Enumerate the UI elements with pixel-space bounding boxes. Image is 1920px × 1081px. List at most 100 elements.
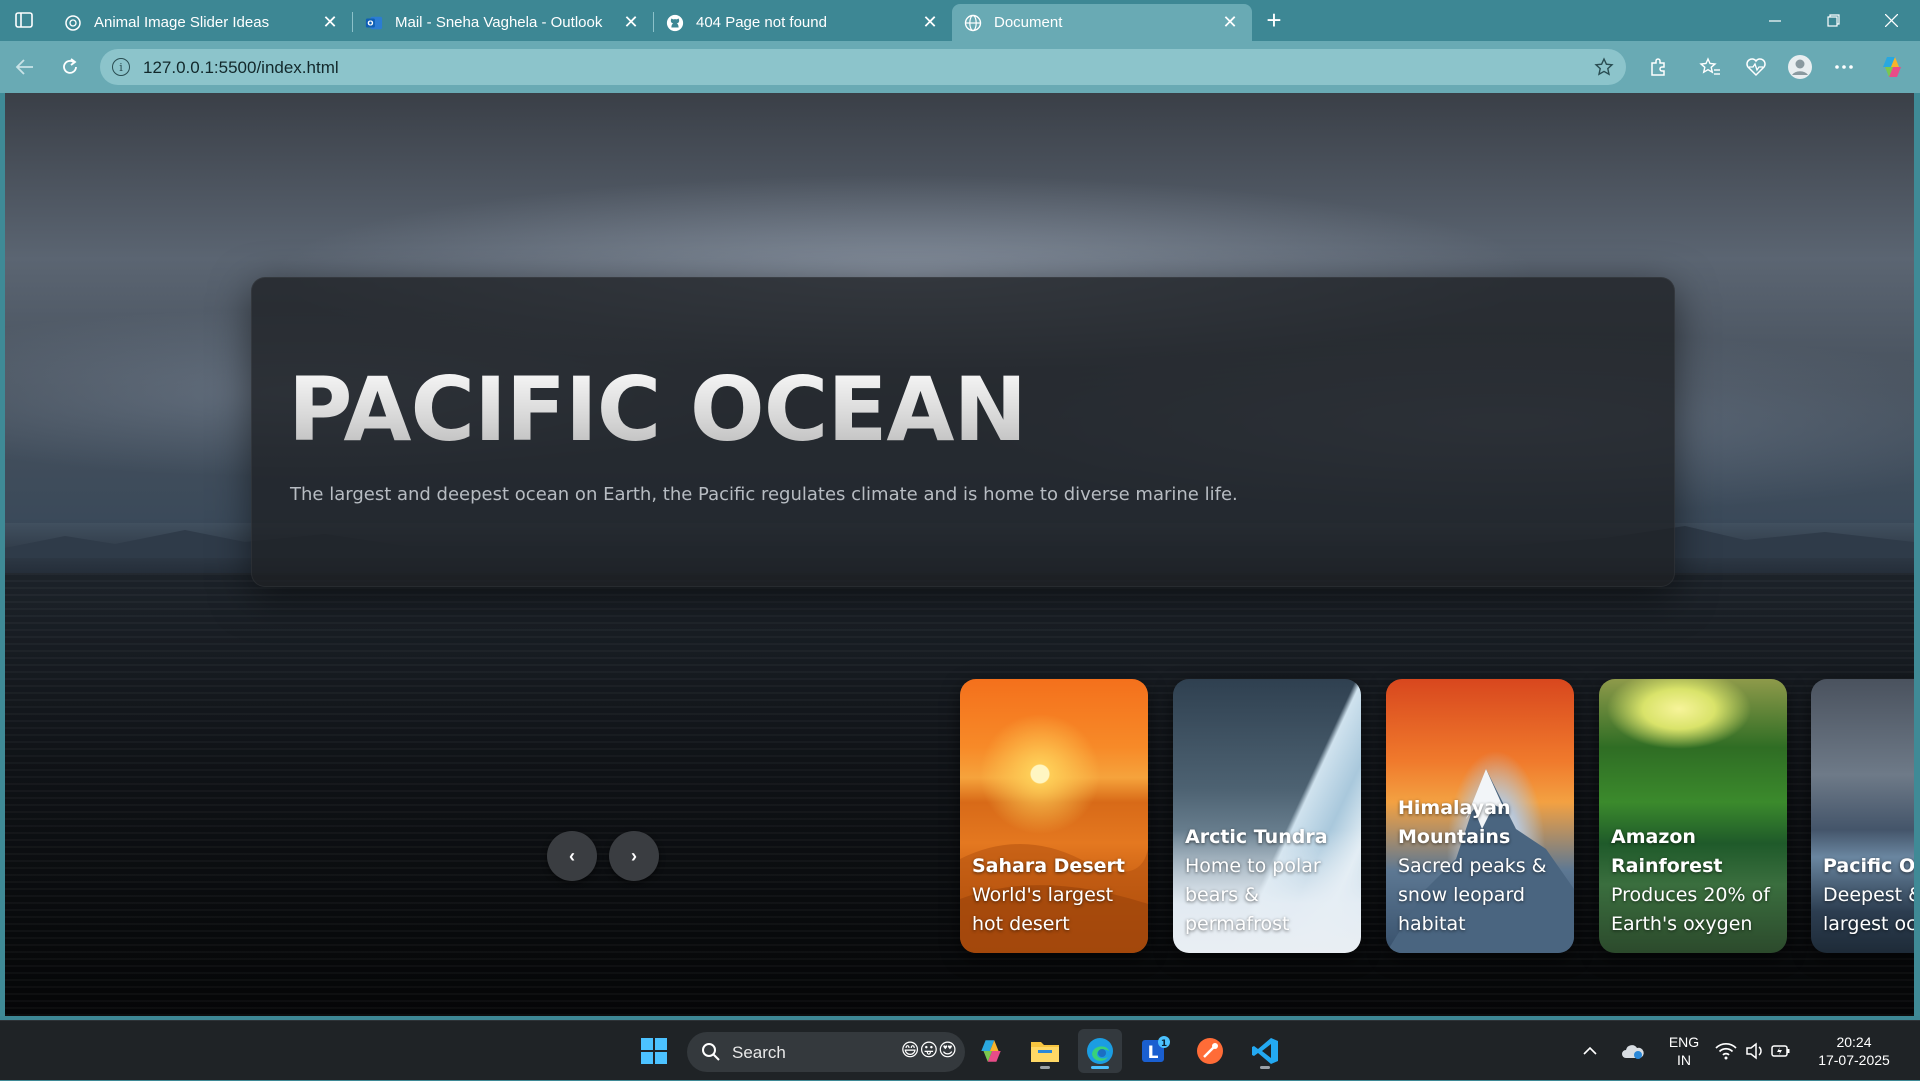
notification-badge: 1 (1161, 1039, 1167, 1049)
chevron-up-icon (1583, 1046, 1597, 1055)
close-tab-icon[interactable]: ✕ (920, 12, 940, 33)
taskbar-postman[interactable] (1188, 1029, 1232, 1073)
svg-text:O: O (367, 18, 373, 27)
copilot-button[interactable] (1878, 53, 1906, 81)
close-tab-icon[interactable]: ✕ (1220, 12, 1240, 33)
taskbar: Search 😄😛😍 L1 ENG IN 20:24 17-07-2025 (0, 1020, 1920, 1080)
hero-title: PACIFIC OCEAN (288, 358, 1027, 461)
cloud-icon (1622, 1045, 1644, 1059)
close-tab-icon[interactable]: ✕ (621, 12, 641, 33)
restore-button[interactable] (1804, 0, 1862, 41)
region-code: IN (1677, 1052, 1691, 1068)
edge-icon (1087, 1038, 1113, 1064)
tab-animal-image-slider[interactable]: Animal Image Slider Ideas ✕ (52, 4, 352, 41)
profile-button[interactable] (1786, 53, 1814, 81)
slide-card-arctic[interactable]: Arctic Tundra Home to polar bears & perm… (1173, 679, 1361, 953)
clock-time: 20:24 (1836, 1034, 1872, 1050)
onedrive-tray-button[interactable] (1621, 1021, 1645, 1081)
card-caption: Pacific Oc Deepest & largest oc Earth (1823, 852, 1914, 939)
avatar (1788, 55, 1812, 79)
battery-charging-icon (1771, 1045, 1790, 1057)
address-bar[interactable]: i 127.0.0.1:5500/index.html (100, 49, 1626, 85)
letter-l-app-icon: L1 (1142, 1036, 1170, 1063)
minimize-button[interactable] (1746, 0, 1804, 41)
card-caption: Sahara Desert World's largest hot desert (972, 852, 1140, 939)
search-label: Search (732, 1043, 786, 1062)
url-text[interactable]: 127.0.0.1:5500/index.html (143, 58, 339, 78)
star-icon (1594, 57, 1614, 76)
slide-card-pacific[interactable]: Pacific Oc Deepest & largest oc Earth (1811, 679, 1914, 953)
search-highlight-emoji: 😄😛😍 (900, 1040, 957, 1060)
new-tab-button[interactable]: + (1260, 5, 1288, 35)
favorites-button[interactable] (1696, 53, 1724, 81)
heart-pulse-icon (1746, 58, 1766, 77)
site-info-icon[interactable]: i (112, 58, 130, 76)
clock[interactable]: 20:24 17-07-2025 (1812, 1021, 1896, 1081)
card-subtitle: Home to polar bears & permafrost (1185, 855, 1321, 935)
slide-card-himalaya[interactable]: Himalayan Mountains Sacred peaks & snow … (1386, 679, 1574, 953)
volume-icon (1746, 1042, 1762, 1060)
chevron-right-icon: › (631, 845, 637, 866)
card-subtitle: Deepest & largest oc Earth (1823, 884, 1914, 935)
taskbar-edge[interactable] (1078, 1029, 1122, 1073)
close-window-button[interactable] (1862, 0, 1920, 41)
folder-icon (1031, 1042, 1059, 1062)
tab-404-page[interactable]: 404 Page not found ✕ (654, 4, 952, 41)
slide-card-amazon[interactable]: Amazon Rainforest Produces 20% of Earth'… (1599, 679, 1787, 953)
chatgpt-icon (64, 14, 82, 32)
puzzle-icon (1651, 58, 1665, 76)
tab-actions-button[interactable] (10, 8, 38, 32)
copilot-icon (1883, 57, 1901, 77)
prev-slide-button[interactable]: ‹ (547, 831, 597, 881)
windows-icon (641, 1038, 667, 1064)
next-slide-button[interactable]: › (609, 831, 659, 881)
card-title: Sahara Desert (972, 855, 1125, 877)
quick-settings-button[interactable] (1715, 1021, 1791, 1081)
tab-strip: Animal Image Slider Ideas ✕ O Mail - Sne… (0, 0, 1920, 41)
reload-button[interactable] (54, 51, 86, 83)
card-caption: Amazon Rainforest Produces 20% of Earth'… (1611, 823, 1779, 939)
wifi-icon (1715, 1042, 1737, 1060)
svg-text:L: L (1148, 1043, 1159, 1063)
close-tab-icon[interactable]: ✕ (320, 12, 340, 33)
hero-panel: PACIFIC OCEAN The largest and deepest oc… (251, 277, 1675, 587)
search-icon (702, 1043, 720, 1061)
extensions-button[interactable] (1644, 53, 1672, 81)
running-indicator (1040, 1066, 1050, 1069)
show-hidden-icons-button[interactable] (1582, 1021, 1598, 1081)
taskbar-linkedin-app[interactable]: L1 (1133, 1029, 1177, 1073)
restore-icon (1826, 14, 1840, 27)
card-caption: Arctic Tundra Home to polar bears & perm… (1185, 823, 1353, 939)
tab-title: 404 Page not found (696, 14, 827, 31)
card-title: Arctic Tundra (1185, 826, 1328, 848)
reload-icon (63, 58, 77, 74)
minimize-icon (1769, 19, 1781, 22)
favorite-star-button[interactable] (1592, 55, 1616, 79)
taskbar-search[interactable]: Search 😄😛😍 (687, 1032, 965, 1072)
taskbar-copilot[interactable] (969, 1029, 1013, 1073)
postman-icon (1197, 1038, 1223, 1064)
language-indicator[interactable]: ENG IN (1664, 1021, 1704, 1081)
card-subtitle: Sacred peaks & snow leopard habitat (1398, 855, 1547, 935)
card-subtitle: Produces 20% of Earth's oxygen (1611, 884, 1770, 935)
taskbar-vscode[interactable] (1243, 1029, 1287, 1073)
slide-card-sahara[interactable]: Sahara Desert World's largest hot desert (960, 679, 1148, 953)
card-caption: Himalayan Mountains Sacred peaks & snow … (1398, 794, 1566, 939)
clock-date: 17-07-2025 (1818, 1052, 1890, 1068)
card-title: Pacific Oc (1823, 855, 1914, 877)
page-viewport: PACIFIC OCEAN The largest and deepest oc… (5, 93, 1914, 1016)
taskbar-file-explorer[interactable] (1023, 1029, 1067, 1073)
tab-actions-icon (15, 12, 33, 28)
back-button[interactable] (9, 51, 41, 83)
tab-outlook-mail[interactable]: O Mail - Sneha Vaghela - Outlook ✕ (353, 4, 653, 41)
settings-more-button[interactable] (1830, 53, 1858, 81)
chevron-left-icon: ‹ (569, 845, 575, 866)
language-code: ENG (1668, 1034, 1700, 1050)
tab-document[interactable]: Document ✕ (952, 4, 1252, 41)
card-title: Himalayan Mountains (1398, 797, 1511, 848)
browser-essentials-button[interactable] (1742, 53, 1770, 81)
tab-title: Mail - Sneha Vaghela - Outlook (395, 14, 603, 31)
card-title: Amazon Rainforest (1611, 826, 1723, 877)
tab-title: Document (994, 14, 1063, 31)
start-button[interactable] (632, 1029, 676, 1073)
